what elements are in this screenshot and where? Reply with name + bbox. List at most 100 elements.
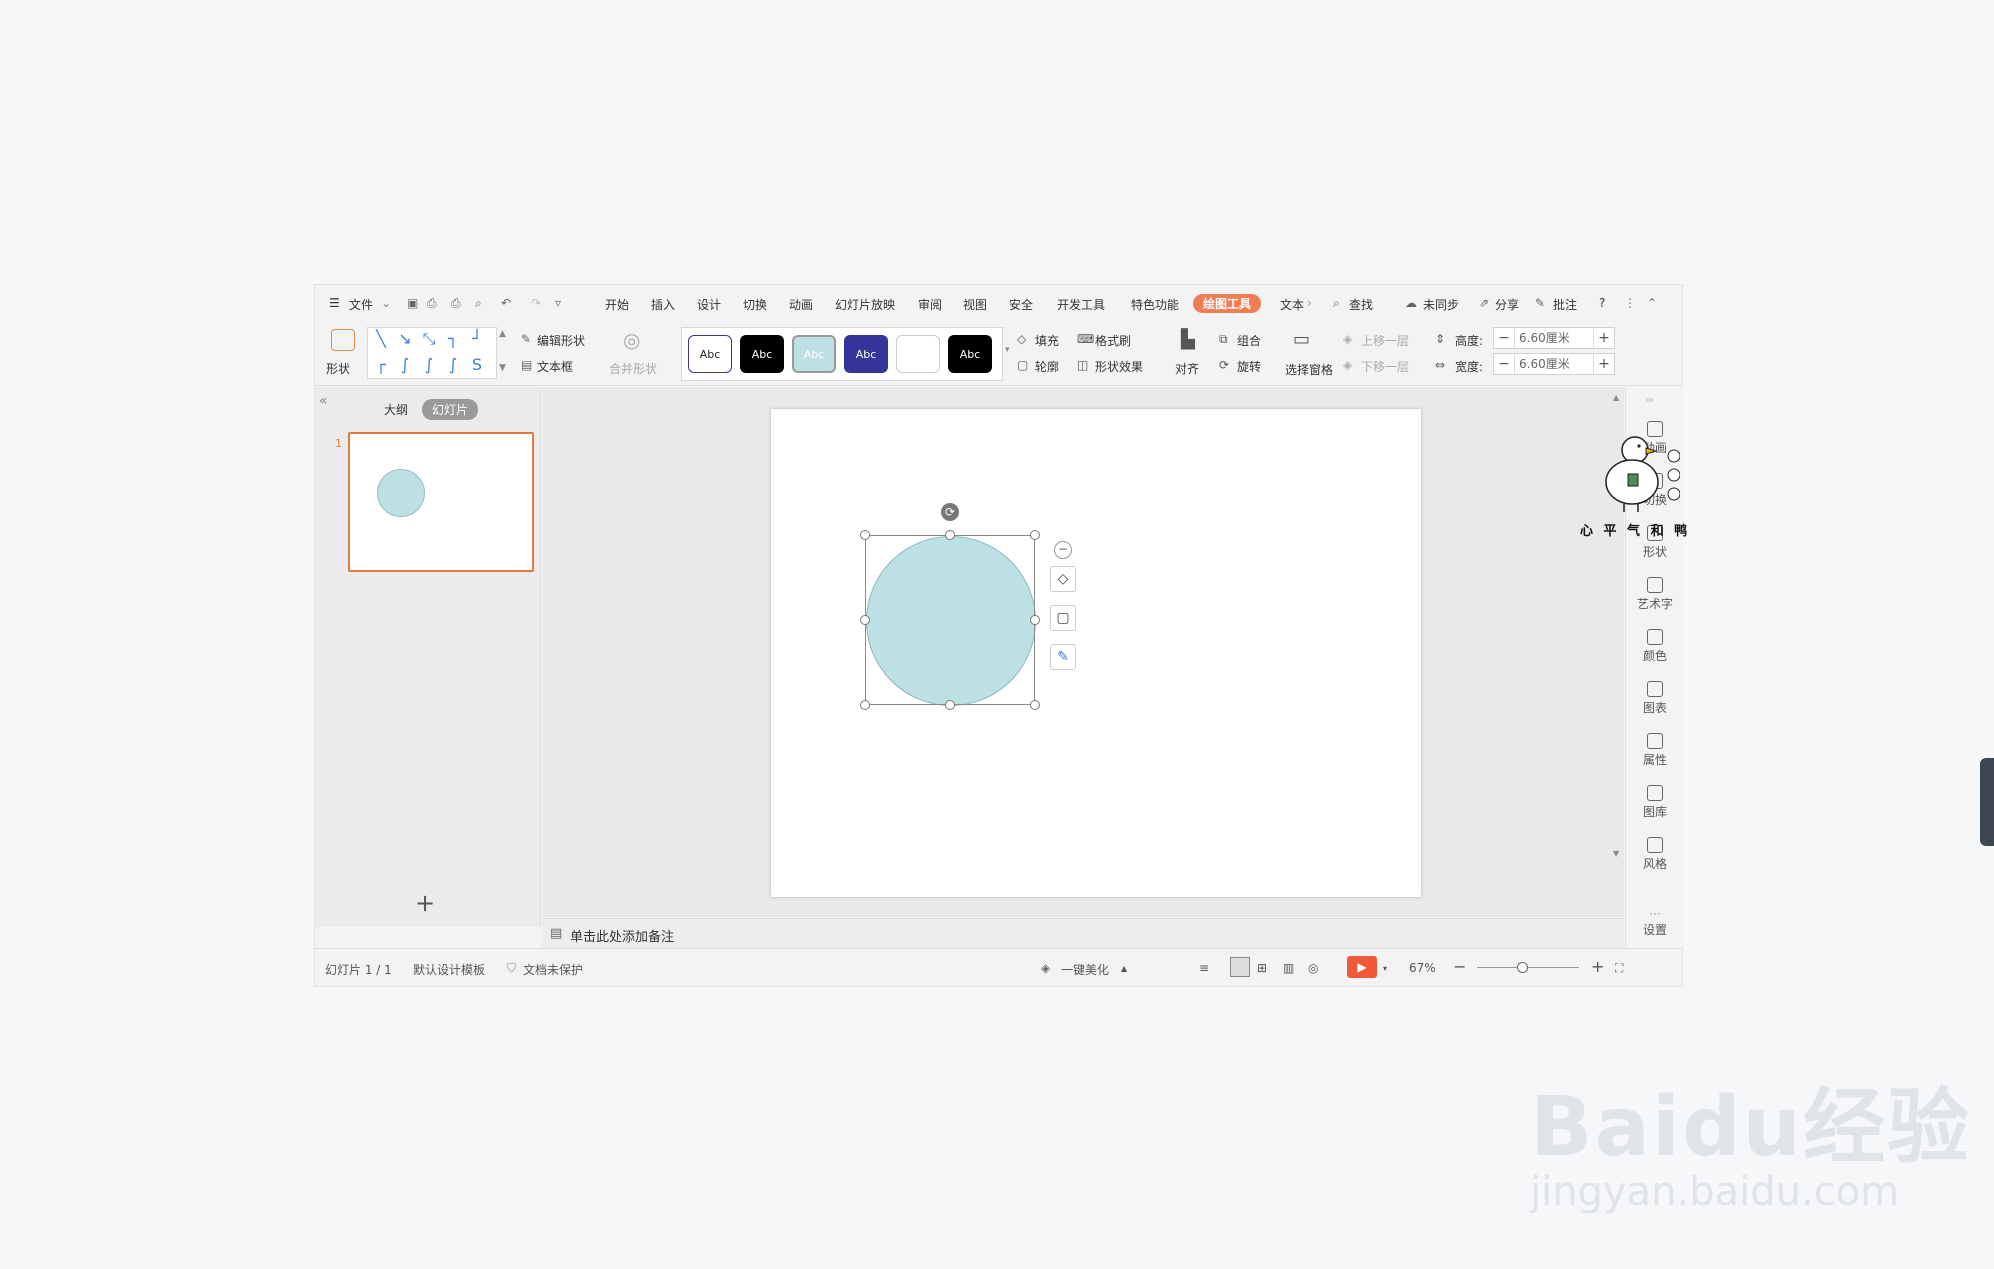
preview-icon[interactable]: ⌕	[475, 296, 482, 311]
resize-handle-b[interactable]	[945, 700, 955, 710]
resize-handle-r[interactable]	[1030, 615, 1040, 625]
search-icon[interactable]: ⌕	[1333, 296, 1340, 311]
group-icon[interactable]: ⧉	[1219, 332, 1228, 347]
sidebar-item-settings[interactable]: ··· 设置	[1626, 907, 1684, 938]
more-icon[interactable]: ⋮	[1624, 296, 1636, 310]
outline-button[interactable]: 轮廓	[1035, 358, 1059, 375]
style-preset-3[interactable]: Abc	[792, 335, 836, 373]
edit-shape-button[interactable]: 编辑形状	[537, 332, 585, 349]
share-button[interactable]: 分享	[1495, 296, 1519, 313]
customize-icon[interactable]: ▿	[555, 296, 561, 310]
beautify-button[interactable]: 一键美化	[1061, 961, 1109, 978]
sidebar-item-color[interactable]: 颜色	[1626, 629, 1684, 664]
tab-security[interactable]: 安全	[1009, 296, 1033, 313]
tab-slides[interactable]: 幻灯片	[422, 399, 479, 420]
export-icon[interactable]: ⎙	[427, 296, 437, 311]
more-tabs-icon[interactable]: ›	[1307, 296, 1312, 310]
shape-effect-button[interactable]: 形状效果	[1095, 358, 1143, 375]
align-button[interactable]: 对齐	[1175, 360, 1199, 377]
sidebar-item-style[interactable]: 风格	[1626, 837, 1684, 872]
slide[interactable]: ⟳ − ◇ ▢ ✎	[771, 409, 1421, 897]
tab-transition[interactable]: 切换	[743, 296, 767, 313]
play-icon[interactable]: ▶	[1347, 956, 1377, 978]
bring-forward-button[interactable]: 上移一层	[1361, 332, 1409, 349]
align-icon[interactable]: ▙	[1181, 329, 1195, 350]
cloud-icon[interactable]: ☁	[1405, 296, 1417, 310]
sidebar-item-properties[interactable]: 属性	[1626, 733, 1684, 768]
beautify-arrow-icon[interactable]: ▲	[1121, 964, 1127, 973]
elbow-double-icon[interactable]: ┌	[372, 356, 390, 374]
normal-view-icon[interactable]	[1230, 957, 1250, 977]
share-icon[interactable]: ⇗	[1479, 296, 1489, 310]
send-backward-button[interactable]: 下移一层	[1361, 358, 1409, 375]
elbow-arrow-icon[interactable]: ┘	[468, 330, 486, 348]
height-value[interactable]: 6.60厘米	[1514, 328, 1594, 348]
tab-review[interactable]: 审阅	[918, 296, 942, 313]
style-preset-5[interactable]	[896, 335, 940, 373]
add-slide-button[interactable]: +	[415, 889, 435, 917]
selection-pane-icon[interactable]: ▭	[1293, 329, 1310, 350]
tab-design[interactable]: 设计	[697, 296, 721, 313]
line-shape-icon[interactable]: ╲	[372, 330, 390, 348]
zoom-slider[interactable]	[1477, 967, 1579, 968]
editing-canvas[interactable]: ⟳ − ◇ ▢ ✎ ▲ ▼	[542, 387, 1624, 917]
comment-button[interactable]: 批注	[1553, 296, 1577, 313]
tab-view[interactable]: 视图	[963, 296, 987, 313]
zoom-in-icon[interactable]: +	[1591, 957, 1604, 976]
resize-handle-bl[interactable]	[860, 700, 870, 710]
sorter-view-icon[interactable]: ⊞	[1257, 961, 1267, 975]
presenter-view-icon[interactable]: ◎	[1308, 961, 1318, 975]
tab-drawing-tools[interactable]: 绘图工具	[1193, 294, 1262, 313]
collapse-float-icon[interactable]: −	[1054, 541, 1072, 559]
curve-double-icon[interactable]: ∫	[444, 356, 462, 374]
gallery-expand-icon[interactable]: ▼	[499, 363, 506, 373]
tab-features[interactable]: 特色功能	[1131, 296, 1179, 313]
text-box-button[interactable]: 文本框	[537, 358, 573, 375]
search-button[interactable]: 查找	[1349, 296, 1373, 313]
float-outline-icon[interactable]: ▢	[1050, 605, 1076, 631]
group-button[interactable]: 组合	[1237, 332, 1261, 349]
sync-status[interactable]: 未同步	[1423, 296, 1459, 313]
curve-connector-icon[interactable]: ∫	[396, 356, 414, 374]
help-button[interactable]: ?	[1599, 296, 1605, 310]
play-options-icon[interactable]: ▾	[1383, 964, 1387, 973]
template-name[interactable]: 默认设计模板	[413, 961, 485, 978]
double-arrow-shape-icon[interactable]: ⤡	[420, 330, 438, 348]
format-painter-icon[interactable]: ⌨	[1077, 332, 1094, 346]
notes-toggle-icon[interactable]: ≡	[1199, 961, 1209, 975]
tab-slideshow[interactable]: 幻灯片放映	[835, 296, 895, 313]
collapse-ribbon-icon[interactable]: ⌃	[1647, 296, 1657, 310]
undo-icon[interactable]: ↶	[501, 296, 511, 310]
merge-shape-button[interactable]: 合并形状	[609, 360, 657, 377]
chevron-down-icon[interactable]: ⌄	[381, 296, 391, 310]
outline-icon[interactable]: ▢	[1017, 358, 1028, 372]
style-preset-1[interactable]: Abc	[688, 335, 732, 373]
tab-animation[interactable]: 动画	[789, 296, 813, 313]
shape-effect-icon[interactable]: ◫	[1077, 358, 1088, 372]
text-box-icon[interactable]: ▤	[521, 358, 532, 372]
width-decrease-button[interactable]: −	[1494, 356, 1514, 372]
arrow-shape-icon[interactable]: ↘	[396, 330, 414, 348]
format-painter-button[interactable]: 格式刷	[1095, 332, 1131, 349]
height-field[interactable]: − 6.60厘米 +	[1493, 327, 1615, 349]
protection-status[interactable]: 文档未保护	[523, 961, 583, 978]
collapse-panel-icon[interactable]: «	[319, 393, 328, 409]
tab-insert[interactable]: 插入	[651, 296, 675, 313]
zoom-out-icon[interactable]: −	[1453, 957, 1466, 976]
elbow-connector-icon[interactable]: ┐	[444, 330, 462, 348]
shape-style-gallery[interactable]: Abc Abc Abc Abc Abc	[681, 327, 1003, 381]
style-preset-2[interactable]: Abc	[740, 335, 784, 373]
scroll-down-icon[interactable]: ▼	[1613, 849, 1619, 858]
resize-handle-l[interactable]	[860, 615, 870, 625]
send-backward-icon[interactable]: ◈	[1343, 358, 1352, 372]
save-icon[interactable]: ▣	[407, 296, 418, 310]
float-edit-icon[interactable]: ✎	[1050, 644, 1076, 670]
comment-icon[interactable]: ✎	[1535, 296, 1545, 310]
slide-thumbnail[interactable]	[348, 432, 534, 572]
rotate-button[interactable]: 旋转	[1237, 358, 1261, 375]
selection-pane-button[interactable]: 选择窗格	[1285, 361, 1333, 378]
merge-shape-icon[interactable]: ◎	[623, 328, 640, 352]
height-decrease-button[interactable]: −	[1494, 330, 1514, 346]
tab-outline[interactable]: 大纲	[384, 401, 408, 418]
gallery-scroll-up-icon[interactable]: ▲	[499, 329, 506, 339]
